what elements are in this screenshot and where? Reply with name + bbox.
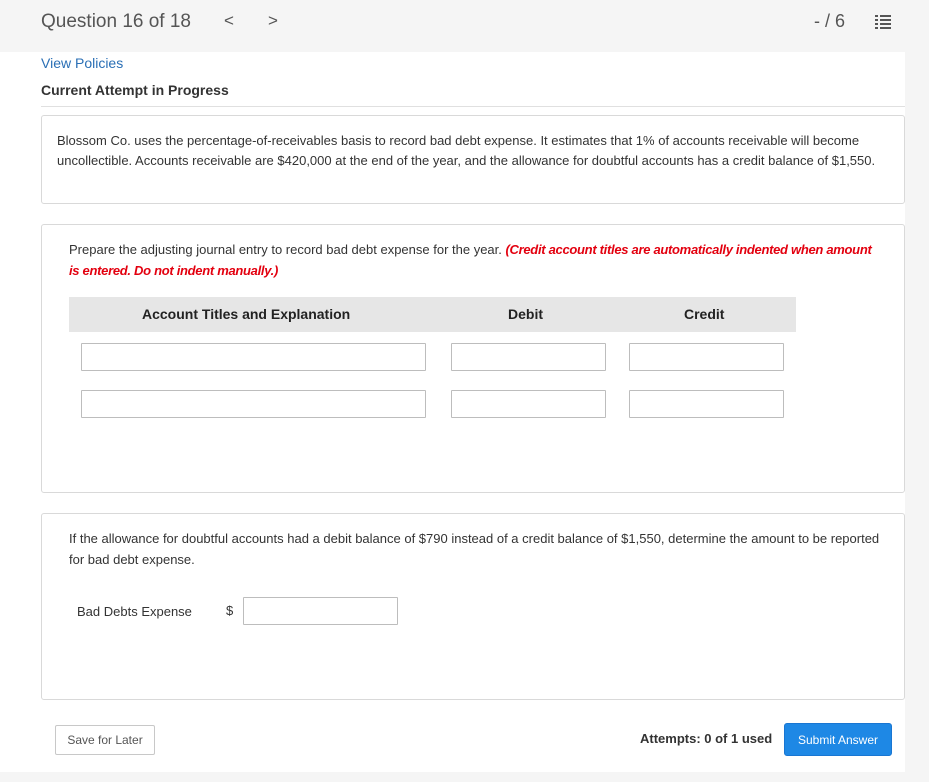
save-for-later-button[interactable]: Save for Later bbox=[55, 725, 155, 755]
bad-debts-expense-label: Bad Debts Expense bbox=[77, 604, 192, 619]
top-bar: Question 16 of 18 < > - / 6 bbox=[0, 0, 929, 48]
row1-debit-input[interactable] bbox=[451, 343, 606, 371]
journal-table-header: Account Titles and Explanation Debit Cre… bbox=[69, 297, 796, 332]
question-score: - / 6 bbox=[813, 11, 845, 31]
attempt-status-heading: Current Attempt in Progress bbox=[41, 82, 229, 98]
bad-debts-expense-input[interactable] bbox=[243, 597, 398, 625]
journal-entry-section: Prepare the adjusting journal entry to r… bbox=[41, 224, 905, 493]
column-header-debit: Debit bbox=[508, 306, 543, 322]
part2-question: If the allowance for doubtful accounts h… bbox=[69, 531, 880, 567]
divider bbox=[41, 106, 905, 107]
view-policies-link[interactable]: View Policies bbox=[41, 55, 123, 71]
question-counter: Question 16 of 18 bbox=[41, 11, 191, 32]
next-question-button[interactable]: > bbox=[264, 11, 282, 33]
problem-statement-box: Blossom Co. uses the percentage-of-recei… bbox=[41, 115, 905, 204]
column-header-account: Account Titles and Explanation bbox=[142, 306, 351, 322]
row2-debit-input[interactable] bbox=[451, 390, 606, 418]
attempts-counter: Attempts: 0 of 1 used bbox=[640, 731, 773, 746]
row2-account-input[interactable] bbox=[81, 390, 426, 418]
bad-debt-expense-section: If the allowance for doubtful accounts h… bbox=[41, 513, 905, 700]
row1-account-input[interactable] bbox=[81, 343, 426, 371]
problem-statement: Blossom Co. uses the percentage-of-recei… bbox=[57, 133, 876, 168]
currency-symbol: $ bbox=[226, 603, 234, 618]
submit-answer-button[interactable]: Submit Answer bbox=[784, 723, 892, 756]
row1-credit-input[interactable] bbox=[629, 343, 784, 371]
part1-instruction: Prepare the adjusting journal entry to r… bbox=[69, 239, 879, 281]
row2-credit-input[interactable] bbox=[629, 390, 784, 418]
question-list-icon[interactable] bbox=[874, 13, 892, 31]
previous-question-button[interactable]: < bbox=[220, 11, 238, 33]
column-header-credit: Credit bbox=[684, 306, 725, 322]
part1-instruction-text: Prepare the adjusting journal entry to r… bbox=[69, 242, 506, 257]
